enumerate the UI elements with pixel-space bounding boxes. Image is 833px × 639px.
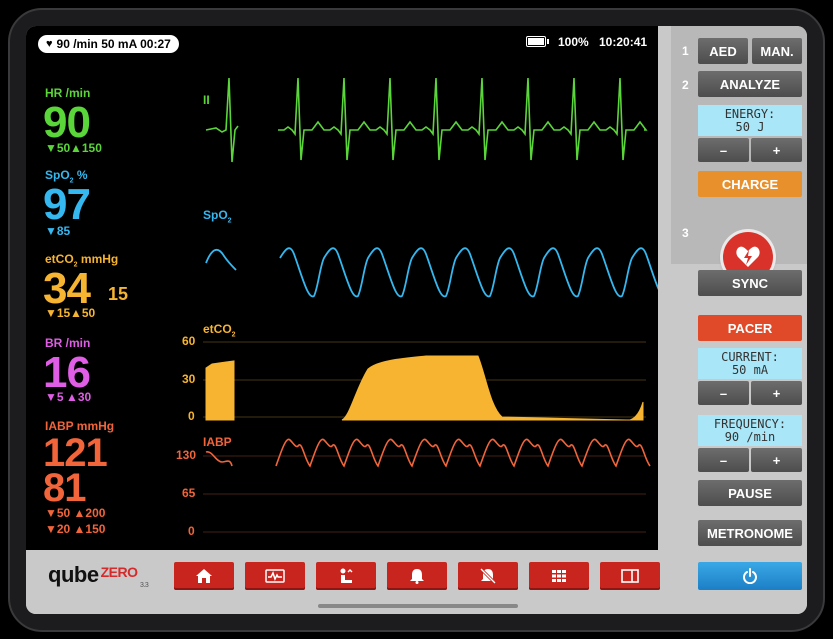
step-2-number: 2: [682, 78, 689, 92]
iabp-waveform: [205, 438, 651, 468]
sync-button[interactable]: SYNC: [698, 270, 802, 296]
metronome-button[interactable]: METRONOME: [698, 520, 802, 546]
aed-mode-button[interactable]: AED: [698, 38, 748, 64]
qubezero-logo: qube ZERO 3.3: [48, 562, 149, 589]
shock-heart-icon: [736, 246, 760, 267]
waveform-icon: [265, 569, 285, 583]
step-1-number: 1: [682, 44, 689, 58]
alarm-mute-icon: [480, 568, 496, 584]
layout-icon: [621, 569, 639, 583]
power-icon: [743, 568, 757, 584]
waveform-area: [203, 77, 658, 533]
grid-menu-button[interactable]: [529, 562, 589, 590]
spo2-waveform: [205, 247, 658, 298]
frequency-decrease-button[interactable]: –: [698, 448, 749, 472]
patient-monitor: ♥ 90 /min 50 mA 00:27 100% 10:20:41 HR /…: [26, 26, 658, 550]
power-button[interactable]: [698, 562, 802, 590]
patient-button[interactable]: [316, 562, 376, 590]
layout-button[interactable]: [600, 562, 660, 590]
home-indicator: [318, 604, 518, 608]
current-display: CURRENT: 50 mA: [698, 348, 802, 379]
device-screen: ♥ 90 /min 50 mA 00:27 100% 10:20:41 HR /…: [26, 26, 807, 614]
alarm-bell-icon: [410, 569, 424, 584]
energy-display: ENERGY: 50 J: [698, 105, 802, 136]
grid-icon: [552, 570, 566, 582]
manual-mode-button[interactable]: MAN.: [752, 38, 802, 64]
current-increase-button[interactable]: +: [751, 381, 802, 405]
step-3-number: 3: [682, 226, 689, 240]
charge-button[interactable]: CHARGE: [698, 171, 802, 197]
analyze-button[interactable]: ANALYZE: [698, 71, 802, 97]
current-value: 50 mA: [731, 363, 769, 377]
pacer-button[interactable]: PACER: [698, 315, 802, 341]
energy-increase-button[interactable]: +: [751, 138, 802, 162]
ecg-waveform: [205, 77, 648, 163]
current-decrease-button[interactable]: –: [698, 381, 749, 405]
alarm-mute-button[interactable]: [458, 562, 518, 590]
energy-value: 50 J: [735, 120, 765, 134]
etco2-waveform: [205, 355, 644, 421]
alarm-button[interactable]: [387, 562, 447, 590]
frequency-value: 90 /min: [724, 430, 776, 444]
home-icon: [196, 569, 212, 583]
waveform-button[interactable]: [245, 562, 305, 590]
patient-icon: [340, 568, 353, 583]
frequency-increase-button[interactable]: +: [751, 448, 802, 472]
pause-button[interactable]: PAUSE: [698, 480, 802, 506]
energy-decrease-button[interactable]: –: [698, 138, 749, 162]
home-button[interactable]: [174, 562, 234, 590]
frequency-display: FREQUENCY: 90 /min: [698, 415, 802, 446]
